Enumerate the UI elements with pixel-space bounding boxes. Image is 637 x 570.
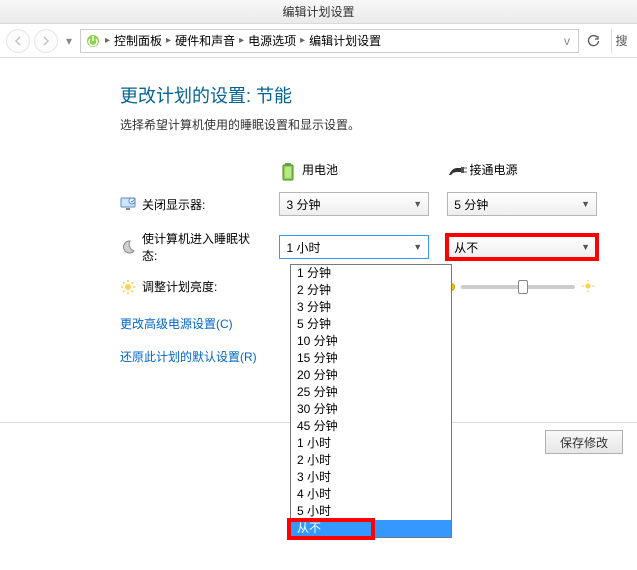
plugged-header-label: 接通电源 (469, 161, 517, 178)
chevron-down-icon: ▼ (581, 199, 590, 209)
dropdown-option[interactable]: 5 分钟 (291, 316, 451, 333)
sleep-plugged-select[interactable]: 从不 ▼ (447, 235, 597, 259)
display-off-battery-value: 3 分钟 (286, 196, 320, 213)
sun-large-icon (581, 279, 597, 295)
chevron-down-icon: ▼ (413, 242, 422, 252)
column-headers: 用电池 接通电源 (120, 161, 597, 178)
power-icon (85, 33, 101, 49)
sleep-battery-dropdown[interactable]: 1 分钟2 分钟3 分钟5 分钟10 分钟15 分钟20 分钟25 分钟30 分… (290, 264, 452, 538)
dropdown-option[interactable]: 从不 (291, 520, 451, 537)
brightness-label: 调整计划亮度: (142, 278, 217, 295)
row-display-off: 关闭显示器: 3 分钟 ▼ 5 分钟 ▼ (120, 192, 597, 216)
search-toggle[interactable]: 搜 (611, 29, 631, 53)
dropdown-option[interactable]: 1 分钟 (291, 265, 451, 282)
dropdown-option[interactable]: 2 小时 (291, 452, 451, 469)
brightness-plugged-slider[interactable] (447, 279, 597, 295)
dropdown-option[interactable]: 4 小时 (291, 486, 451, 503)
sun-icon (120, 279, 136, 295)
page-subtitle: 选择希望计算机使用的睡眠设置和显示设置。 (120, 116, 597, 133)
dropdown-option[interactable]: 2 分钟 (291, 282, 451, 299)
chevron-right-icon: ▸ (239, 35, 244, 46)
dropdown-option[interactable]: 10 分钟 (291, 333, 451, 350)
refresh-button[interactable] (583, 31, 603, 51)
breadcrumb-item[interactable]: 电源选项 (248, 32, 296, 49)
display-off-battery-select[interactable]: 3 分钟 ▼ (279, 192, 429, 216)
moon-icon (120, 239, 136, 255)
monitor-icon (120, 196, 136, 212)
sleep-battery-select[interactable]: 1 小时 ▼ (279, 235, 429, 259)
back-button[interactable] (6, 29, 30, 53)
battery-icon (280, 162, 296, 178)
dropdown-option[interactable]: 25 分钟 (291, 384, 451, 401)
display-off-plugged-select[interactable]: 5 分钟 ▼ (447, 192, 597, 216)
save-button[interactable]: 保存修改 (545, 430, 623, 454)
sleep-label: 使计算机进入睡眠状态: (142, 230, 261, 264)
history-chevron-icon[interactable]: ▾ (62, 34, 76, 48)
slider-track[interactable] (461, 285, 575, 289)
dropdown-option[interactable]: 45 分钟 (291, 418, 451, 435)
chevron-right-icon: ▸ (300, 35, 305, 46)
dropdown-option[interactable]: 3 小时 (291, 469, 451, 486)
row-sleep: 使计算机进入睡眠状态: 1 小时 ▼ 从不 ▼ (120, 230, 597, 264)
breadcrumb-dropdown-icon[interactable]: v (560, 34, 574, 48)
sleep-plugged-value: 从不 (454, 239, 478, 256)
breadcrumb-item[interactable]: 编辑计划设置 (309, 32, 381, 49)
sleep-battery-value: 1 小时 (286, 239, 320, 256)
breadcrumb-item[interactable]: 硬件和声音 (175, 32, 235, 49)
chevron-down-icon: ▼ (413, 199, 422, 209)
breadcrumb-item[interactable]: 控制面板 (114, 32, 162, 49)
window-title: 编辑计划设置 (0, 0, 637, 24)
chevron-right-icon: ▸ (166, 35, 171, 46)
dropdown-option[interactable]: 1 小时 (291, 435, 451, 452)
page-title: 更改计划的设置: 节能 (120, 82, 597, 108)
nav-bar: ▾ ▸ 控制面板 ▸ 硬件和声音 ▸ 电源选项 ▸ 编辑计划设置 v 搜 (0, 24, 637, 58)
dropdown-option[interactable]: 20 分钟 (291, 367, 451, 384)
chevron-down-icon: ▼ (581, 242, 590, 252)
footer-buttons: 保存修改 (545, 430, 623, 454)
dropdown-option[interactable]: 3 分钟 (291, 299, 451, 316)
forward-button[interactable] (34, 29, 58, 53)
breadcrumb: ▸ 控制面板 ▸ 硬件和声音 ▸ 电源选项 ▸ 编辑计划设置 v (80, 29, 579, 53)
display-off-label: 关闭显示器: (142, 196, 205, 213)
dropdown-option[interactable]: 5 小时 (291, 503, 451, 520)
battery-header-label: 用电池 (302, 161, 338, 178)
chevron-right-icon: ▸ (105, 35, 110, 46)
dropdown-option[interactable]: 30 分钟 (291, 401, 451, 418)
display-off-plugged-value: 5 分钟 (454, 196, 488, 213)
dropdown-option[interactable]: 15 分钟 (291, 350, 451, 367)
plug-icon (447, 162, 463, 178)
slider-thumb[interactable] (518, 280, 528, 294)
